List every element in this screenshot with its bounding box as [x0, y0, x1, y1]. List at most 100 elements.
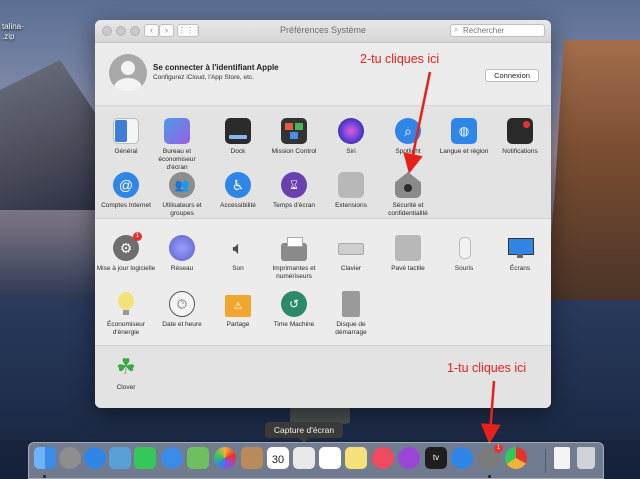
pref-displays[interactable]: Écrans — [490, 235, 550, 273]
pref-software-update[interactable]: ⚙︎ 1 Mise à jour logicielle — [96, 232, 156, 273]
prefs-section-1: Général Bureau et économiseur d'écran Do… — [95, 106, 551, 219]
pref-mouse[interactable]: Souris — [434, 235, 494, 273]
dock-separator — [545, 449, 546, 473]
dock-podcasts-icon[interactable] — [398, 447, 420, 469]
dock-maps-icon[interactable] — [187, 447, 209, 469]
pref-users-groups[interactable]: 👥 Utilisateurs et groupes — [152, 172, 212, 218]
dock-safari-icon[interactable] — [84, 447, 106, 469]
pref-trackpad[interactable]: Pavé tactile — [378, 235, 438, 273]
pref-displays-label: Écrans — [509, 265, 531, 272]
hourglass-icon: ⌛︎ — [281, 172, 307, 198]
users-icon: 👥 — [169, 172, 195, 198]
apple-id-banner: Se connecter à l'identifiant Apple Confi… — [95, 43, 551, 106]
dock-photos-icon[interactable] — [214, 447, 236, 469]
accessibility-icon: ♿︎ — [225, 172, 251, 198]
search-input[interactable] — [463, 25, 541, 36]
dock-facetime-icon[interactable] — [134, 447, 156, 469]
dock-system-preferences-icon[interactable]: 1 — [478, 444, 503, 469]
dock-finder-icon[interactable] — [34, 447, 56, 469]
pref-mission-control[interactable]: Mission Control — [264, 118, 324, 156]
pref-energy-saver-label: Économiseur d'énergie — [107, 321, 145, 336]
dock-messages-icon[interactable] — [161, 447, 183, 469]
dock-music-icon[interactable] — [372, 447, 394, 469]
dock-notes-icon[interactable] — [345, 447, 367, 469]
pref-trackpad-label: Pavé tactile — [391, 265, 425, 272]
pref-extensions[interactable]: Extensions — [321, 172, 381, 210]
pref-dock[interactable]: Dock — [208, 118, 268, 156]
prefs-section-2: ⚙︎ 1 Mise à jour logicielle Réseau 🔈︎ Son… — [95, 219, 551, 346]
desktop-file-label-line1: talina- — [2, 22, 24, 31]
display-icon — [507, 235, 534, 261]
pref-notifications-label: Notifications — [502, 148, 538, 155]
dock-update-badge: 1 — [494, 444, 503, 453]
pref-language-region[interactable]: ◍ Langue et région — [434, 118, 494, 156]
pref-software-update-label: Mise à jour logicielle — [96, 265, 156, 272]
dock-tooltip: Capture d'écran — [265, 422, 343, 443]
printer-icon — [281, 235, 307, 261]
dock: 30 tv 1 — [28, 442, 604, 479]
pref-energy-saver[interactable]: Économiseur d'énergie — [96, 291, 156, 337]
trackpad-icon — [395, 235, 421, 261]
pref-extensions-label: Extensions — [335, 202, 367, 209]
dock-reminders-icon[interactable] — [319, 447, 341, 469]
connexion-button[interactable]: Connexion — [485, 69, 539, 82]
mouse-icon — [451, 235, 477, 261]
pref-screen-time-label: Temps d'écran — [272, 202, 316, 209]
pref-time-machine-label: Time Machine — [273, 321, 315, 328]
dock-trash-icon[interactable] — [577, 447, 595, 469]
pref-network[interactable]: Réseau — [152, 235, 212, 273]
pref-clover-label: Clover — [116, 384, 136, 391]
pref-network-label: Réseau — [170, 265, 194, 272]
pref-startup-disk[interactable]: Disque de démarrage — [321, 291, 381, 337]
pref-time-machine[interactable]: ↺ Time Machine — [264, 291, 324, 329]
pref-sound[interactable]: 🔈︎ Son — [208, 235, 268, 273]
system-preferences-window: ‹ › ⋮⋮⋮ Préférences Système ⌕ Se connect… — [95, 20, 551, 408]
title-bar: ‹ › ⋮⋮⋮ Préférences Système ⌕ — [95, 20, 551, 43]
avatar[interactable] — [109, 54, 147, 92]
pref-date-time[interactable]: 🕑︎ Date et heure — [152, 291, 212, 329]
pref-keyboard[interactable]: Clavier — [321, 235, 381, 273]
apple-id-title: Se connecter à l'identifiant Apple — [153, 63, 279, 72]
dock-chrome-icon[interactable] — [505, 447, 527, 469]
pref-printers-scanners[interactable]: Imprimantes et numériseurs — [264, 235, 324, 281]
dock-calendar-icon[interactable]: 30 — [267, 447, 289, 469]
spotlight-icon: ⌕ — [395, 118, 421, 144]
pref-internet-accounts[interactable]: @ Comptes Internet — [96, 172, 156, 210]
dock-launchpad-icon[interactable] — [59, 447, 81, 469]
pref-sound-label: Son — [232, 265, 244, 272]
gear-icon: ⚙︎ 1 — [113, 232, 142, 261]
search-field[interactable]: ⌕ — [450, 24, 545, 37]
desktop-file-label-line2: .zip — [2, 32, 15, 41]
pref-screen-time[interactable]: ⌛︎ Temps d'écran — [264, 172, 324, 210]
pref-siri[interactable]: Siri — [321, 118, 381, 156]
dock-preview-icon[interactable] — [109, 447, 131, 469]
network-globe-icon — [169, 235, 195, 261]
dock-document-icon[interactable] — [554, 447, 570, 469]
pref-notifications[interactable]: Notifications — [490, 118, 550, 156]
dock-tv-icon[interactable]: tv — [425, 447, 447, 469]
siri-icon — [338, 118, 364, 144]
pref-desktop-screensaver[interactable]: Bureau et économiseur d'écran — [147, 118, 207, 172]
pref-date-time-label: Date et heure — [162, 321, 202, 328]
hard-disk-icon — [338, 291, 364, 317]
pref-printers-scanners-label: Imprimantes et numériseurs — [272, 265, 316, 280]
notifications-icon — [507, 118, 533, 144]
desktop-file-label[interactable]: talina- .zip — [2, 22, 24, 42]
pref-sharing[interactable]: ⚠︎ Partage — [208, 291, 268, 329]
pref-accessibility[interactable]: ♿︎ Accessibilité — [208, 172, 268, 210]
prefs-section-3: ☘︎ Clover — [95, 346, 551, 408]
house-lock-icon — [395, 172, 421, 198]
pref-accessibility-label: Accessibilité — [220, 202, 256, 209]
lightbulb-icon — [113, 291, 139, 317]
at-sign-icon: @ — [113, 172, 139, 198]
dock-photo-booth-icon[interactable] — [293, 447, 315, 469]
dock-app-store-icon[interactable] — [451, 447, 473, 469]
desktop-screensaver-icon — [164, 118, 190, 144]
pref-spotlight[interactable]: ⌕ Spotlight — [378, 118, 438, 156]
pref-spotlight-label: Spotlight — [395, 148, 421, 155]
dock-contacts-icon[interactable] — [241, 447, 263, 469]
pref-security-privacy[interactable]: Sécurité et confidentialité — [378, 172, 438, 218]
search-icon: ⌕ — [454, 25, 459, 34]
puzzle-icon — [338, 172, 364, 198]
pref-clover[interactable]: ☘︎ Clover — [96, 354, 156, 392]
